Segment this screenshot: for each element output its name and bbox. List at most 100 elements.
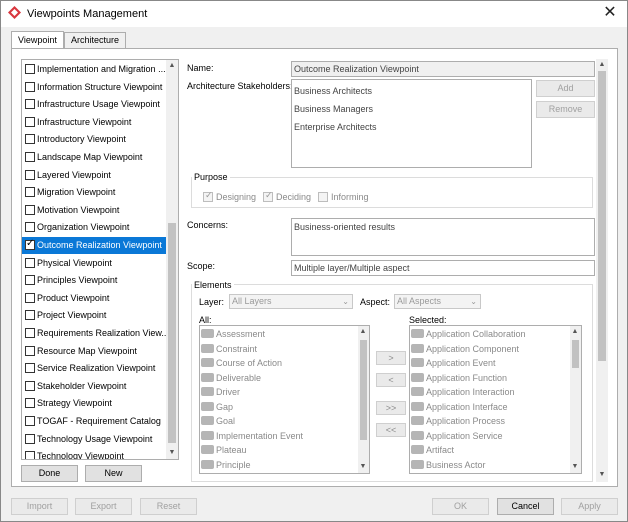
cancel-button[interactable]: Cancel [497, 498, 554, 515]
selected-element-item[interactable]: Application Service [410, 429, 565, 443]
all-element-item[interactable]: Driver [200, 385, 355, 399]
viewpoint-checkbox[interactable] [25, 310, 35, 321]
done-button[interactable]: Done [21, 465, 78, 482]
viewpoint-list-item[interactable]: ✓ Outcome Realization Viewpoint [22, 237, 167, 254]
name-field[interactable]: Outcome Realization Viewpoint [291, 61, 595, 77]
scroll-down-icon[interactable]: ▼ [571, 463, 579, 471]
tab-viewpoint[interactable]: Viewpoint [11, 31, 64, 48]
tab-architecture-stakeholder[interactable]: Architecture Stakeholder [64, 32, 127, 60]
viewpoint-checkbox[interactable] [25, 380, 35, 391]
designing-checkbox[interactable]: ✓ [203, 190, 213, 202]
remove-element-button[interactable]: < [376, 373, 406, 387]
viewpoint-checkbox[interactable] [25, 363, 35, 374]
stakeholders-list[interactable]: Business Architects Business Managers En… [291, 79, 532, 168]
all-element-item[interactable]: Course of Action [200, 356, 355, 370]
viewpoint-list-item[interactable]: Physical Viewpoint [22, 255, 167, 272]
viewpoint-list-item[interactable]: Infrastructure Usage Viewpoint [22, 96, 167, 113]
scrollbar-thumb[interactable] [360, 340, 367, 440]
viewpoint-checkbox[interactable] [25, 204, 35, 215]
import-button[interactable]: Import [11, 498, 68, 515]
deciding-checkbox[interactable]: ✓ [263, 190, 273, 202]
add-all-elements-button[interactable]: >> [376, 401, 406, 415]
selected-element-item[interactable]: Application Interaction [410, 385, 565, 399]
viewpoint-checkbox[interactable] [25, 81, 35, 92]
selected-element-item[interactable]: Application Interface [410, 400, 565, 414]
aspect-dropdown[interactable]: All Aspects ⌄ [394, 294, 481, 309]
viewpoint-list-item[interactable]: Layered Viewpoint [22, 167, 167, 184]
selected-elements-list[interactable]: Business Actor Artifact Application Servic… [409, 325, 582, 474]
viewpoint-checkbox[interactable] [25, 222, 35, 233]
scroll-up-icon[interactable]: ▲ [571, 328, 579, 336]
viewpoint-list-item[interactable]: Migration Viewpoint [22, 184, 167, 201]
viewpoint-checkbox[interactable]: ✓ [25, 238, 35, 250]
viewpoint-list-item[interactable]: Principles Viewpoint [22, 272, 167, 289]
viewpoint-checkbox[interactable] [25, 99, 35, 110]
viewpoint-checkbox[interactable] [25, 64, 35, 74]
viewpoint-checkbox[interactable] [25, 116, 35, 127]
viewpoint-list-item[interactable]: Strategy Viewpoint [22, 395, 167, 412]
all-element-item[interactable]: Principle [200, 458, 355, 472]
viewpoint-checkbox[interactable] [25, 187, 35, 198]
remove-stakeholder-button[interactable]: Remove [536, 101, 595, 118]
viewpoint-list-item[interactable]: Service Realization Viewpoint [22, 360, 167, 377]
selected-element-item[interactable]: Application Process [410, 414, 565, 428]
viewpoint-checkbox[interactable] [25, 345, 35, 356]
scroll-down-icon[interactable]: ▼ [168, 449, 176, 457]
viewpoint-list-item[interactable]: Introductory Viewpoint [22, 131, 167, 148]
selected-element-item[interactable]: Application Component [410, 342, 565, 356]
informing-checkbox[interactable] [318, 192, 328, 202]
viewpoint-list[interactable]: Technology Viewpoint Technology Usage Vie… [21, 59, 179, 460]
viewpoint-checkbox[interactable] [25, 416, 35, 426]
apply-button[interactable]: Apply [561, 498, 618, 515]
viewpoint-list-item[interactable]: Motivation Viewpoint [22, 202, 167, 219]
stakeholder-item[interactable]: Business Managers [294, 102, 373, 116]
reset-button[interactable]: Reset [140, 498, 197, 515]
form-scrollbar[interactable]: ▲ ▼ [596, 59, 608, 482]
all-element-item[interactable]: Goal [200, 414, 355, 428]
layer-dropdown[interactable]: All Layers ⌄ [229, 294, 353, 309]
add-element-button[interactable]: > [376, 351, 406, 365]
viewpoint-checkbox[interactable] [25, 292, 35, 303]
ok-button[interactable]: OK [432, 498, 489, 515]
all-elements-list[interactable]: Principle Plateau Implementation Event Goal… [199, 325, 370, 474]
concerns-field[interactable]: Business-oriented results [291, 218, 595, 256]
viewpoint-list-item[interactable]: Product Viewpoint [22, 290, 167, 307]
scroll-down-icon[interactable]: ▼ [359, 463, 367, 471]
selected-element-item[interactable]: Application Collaboration [410, 327, 565, 341]
viewpoint-checkbox[interactable] [25, 152, 35, 162]
export-button[interactable]: Export [75, 498, 132, 515]
viewpoint-list-item[interactable]: Infrastructure Viewpoint [22, 114, 167, 131]
selected-elements-scrollbar[interactable]: ▲ ▼ [570, 326, 581, 473]
add-stakeholder-button[interactable]: Add [536, 80, 595, 97]
selected-element-item[interactable]: Business Actor [410, 458, 565, 472]
viewpoint-list-item[interactable]: Requirements Realization View... [22, 325, 169, 342]
new-button[interactable]: New [85, 465, 142, 482]
scroll-up-icon[interactable]: ▲ [598, 61, 606, 69]
remove-all-elements-button[interactable]: << [376, 423, 406, 437]
stakeholder-item[interactable]: Enterprise Architects [294, 120, 377, 134]
viewpoint-list-item[interactable]: Information Structure Viewpoint [22, 79, 167, 96]
viewpoint-checkbox[interactable] [25, 398, 35, 409]
viewpoint-list-item[interactable]: Organization Viewpoint [22, 219, 167, 236]
viewpoint-checkbox[interactable] [25, 328, 35, 338]
viewpoint-checkbox[interactable] [25, 451, 35, 459]
stakeholder-item[interactable]: Business Architects [294, 84, 372, 98]
all-element-item[interactable]: Plateau [200, 443, 355, 457]
viewpoint-checkbox[interactable] [25, 169, 35, 180]
scrollbar-thumb[interactable] [572, 340, 579, 368]
all-elements-scrollbar[interactable]: ▲ ▼ [358, 326, 369, 473]
close-icon[interactable]: ✕ [601, 4, 619, 22]
viewpoint-list-item[interactable]: Technology Usage Viewpoint [22, 431, 167, 448]
scrollbar-thumb[interactable] [598, 71, 606, 361]
viewpoint-checkbox[interactable] [25, 257, 35, 268]
viewpoint-list-item[interactable]: Implementation and Migration ... [22, 61, 167, 78]
viewpoint-list-item[interactable]: Stakeholder Viewpoint [22, 378, 167, 395]
viewpoint-list-item[interactable]: Project Viewpoint [22, 307, 167, 324]
viewpoint-checkbox[interactable] [25, 134, 35, 145]
selected-element-item[interactable]: Artifact [410, 443, 565, 457]
scope-field[interactable]: Multiple layer/Multiple aspect [291, 260, 595, 276]
viewpoint-checkbox[interactable] [25, 433, 35, 444]
all-element-item[interactable]: Assessment [200, 327, 355, 341]
scrollbar-thumb[interactable] [168, 223, 176, 443]
all-element-item[interactable]: Implementation Event [200, 429, 355, 443]
